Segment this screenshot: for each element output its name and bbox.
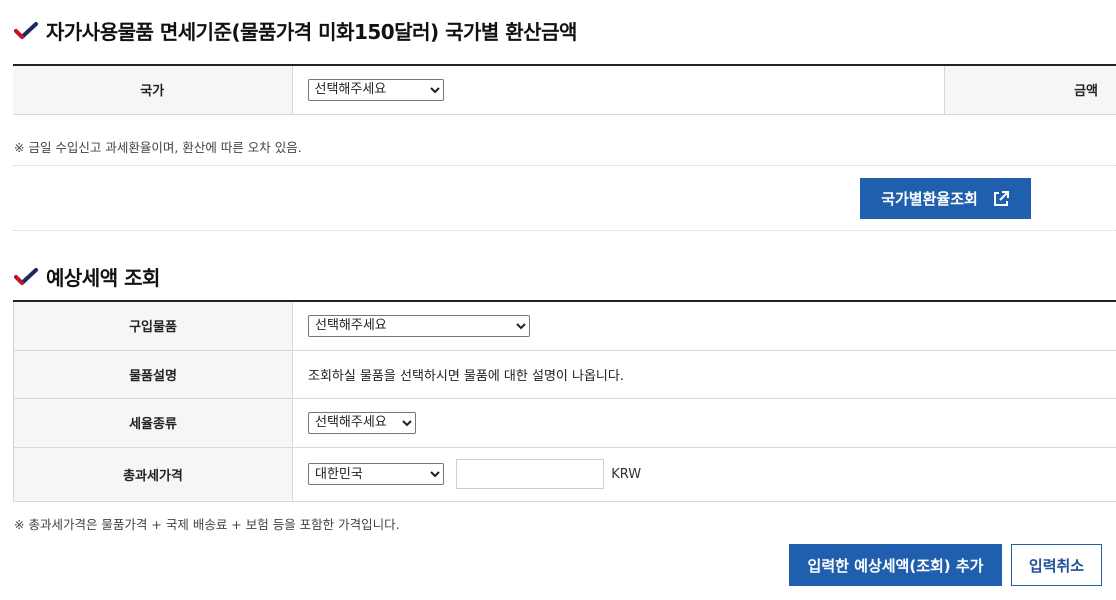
exchange-title-text: 자가사용물품 면세기준(물품가격 미화150달러) 국가별 환산금액: [46, 20, 577, 44]
tax-table: 구입물품 선택해주세요 물품설명 조회하실 물품을 선택하시면 물품에 대한 설…: [13, 300, 1116, 502]
taxtype-label: 세율종류: [13, 398, 293, 448]
price-unit: KRW: [611, 466, 642, 482]
price-label: 총과세가격: [13, 447, 293, 502]
item-select[interactable]: 선택해주세요: [308, 314, 530, 337]
desc-text: 조회하실 물품을 선택하시면 물품에 대한 설명이 나옵니다.: [292, 350, 1116, 399]
check-icon: [14, 21, 38, 41]
country-cell: 선택해주세요: [292, 65, 945, 115]
tax-title-text: 예상세액 조회: [46, 266, 160, 290]
price-cell: 대한민국 KRW: [292, 447, 1116, 502]
taxtype-select[interactable]: 선택해주세요: [308, 411, 416, 434]
add-tax-button[interactable]: 입력한 예상세액(조회) 추가: [789, 544, 1002, 586]
check-icon: [14, 267, 38, 287]
taxtype-cell: 선택해주세요: [292, 398, 1116, 448]
price-input[interactable]: [456, 459, 605, 489]
country-select[interactable]: 선택해주세요: [307, 78, 444, 101]
rate-lookup-label: 국가별환율조회: [881, 190, 978, 208]
divider: [13, 165, 1116, 166]
exchange-note: ※ 금일 수입신고 과세환율이며, 환산에 따른 오차 있음.: [14, 140, 302, 155]
country-table: 국가 선택해주세요 금액: [13, 64, 1116, 115]
rate-lookup-button[interactable]: 국가별환율조회: [860, 178, 1031, 219]
item-label: 구입물품: [13, 301, 293, 351]
tax-section-title: 예상세액 조회: [14, 262, 160, 291]
currency-select[interactable]: 대한민국: [308, 463, 444, 485]
external-link-icon: [992, 190, 1010, 208]
desc-label: 물품설명: [13, 350, 293, 399]
exchange-section-title: 자가사용물품 면세기준(물품가격 미화150달러) 국가별 환산금액: [14, 16, 577, 45]
tax-note: ※ 총과세가격은 물품가격 + 국제 배송료 + 보험 등을 포함한 가격입니다…: [14, 517, 400, 532]
divider: [13, 230, 1116, 231]
cancel-button[interactable]: 입력취소: [1011, 544, 1102, 586]
amount-label: 금액: [944, 65, 1116, 115]
country-label: 국가: [13, 65, 293, 115]
item-cell: 선택해주세요: [292, 301, 1116, 351]
